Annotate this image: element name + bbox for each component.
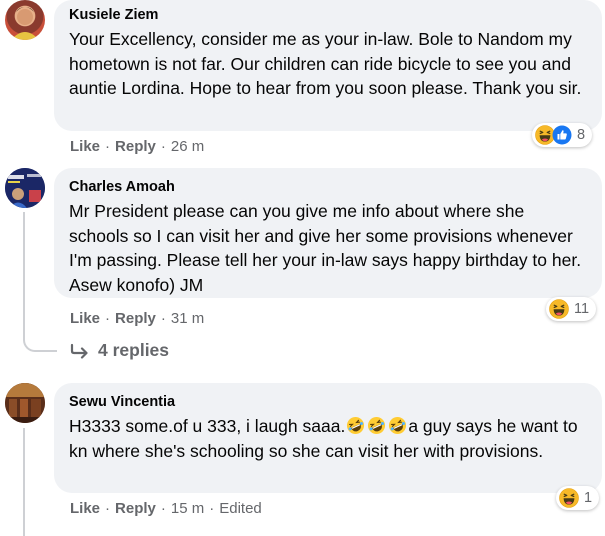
avatar[interactable]: [5, 383, 45, 423]
comment-actions: Like · Reply · 15 m · Edited: [70, 500, 262, 517]
rofl-emoji: [388, 416, 407, 435]
reaction-summary[interactable]: 1: [556, 486, 600, 510]
comment-author[interactable]: Kusiele Ziem: [69, 6, 588, 24]
like-button[interactable]: Like: [70, 500, 100, 517]
like-button[interactable]: Like: [70, 310, 100, 327]
avatar[interactable]: [5, 0, 45, 40]
thread-line: [23, 212, 25, 332]
rofl-emoji: [346, 416, 365, 435]
reply-button[interactable]: Reply: [115, 500, 156, 517]
view-replies-button[interactable]: 4 replies: [70, 340, 169, 361]
comment-time[interactable]: 31 m: [171, 310, 204, 327]
comment-bubble: Kusiele Ziem Your Excellency, consider m…: [54, 0, 602, 131]
like-button[interactable]: Like: [70, 138, 100, 155]
replies-count: 4 replies: [98, 340, 170, 360]
haha-icon: [559, 488, 579, 508]
reply-button[interactable]: Reply: [115, 138, 156, 155]
reply-arrow-icon: [70, 343, 88, 359]
comment-text-before: H3333 some.of u 333, i laugh saaa.: [69, 416, 346, 436]
comment-text: H3333 some.of u 333, i laugh saaa. a guy …: [69, 414, 588, 463]
avatar[interactable]: [5, 168, 45, 208]
comment-bubble: Sewu Vincentia H3333 some.of u 333, i la…: [54, 383, 602, 493]
comment-actions: Like · Reply · 31 m: [70, 310, 205, 327]
comment-author[interactable]: Sewu Vincentia: [69, 393, 588, 411]
reply-button[interactable]: Reply: [115, 310, 156, 327]
comment-time[interactable]: 15 m: [171, 500, 204, 517]
comment-text: Your Excellency, consider me as your in-…: [69, 29, 582, 98]
comment-bubble: Charles Amoah Mr President please can yo…: [54, 168, 602, 298]
thread-connector: [23, 328, 57, 352]
comment-time[interactable]: 26 m: [171, 138, 204, 155]
comment-text: Mr President please can you give me info…: [69, 201, 582, 295]
edited-label[interactable]: Edited: [219, 500, 262, 517]
reaction-summary[interactable]: 11: [546, 297, 597, 321]
reaction-summary[interactable]: 8: [532, 123, 593, 147]
reaction-count: 8: [577, 127, 586, 143]
like-icon: [552, 125, 572, 145]
reaction-count: 11: [574, 301, 590, 317]
reaction-count: 1: [584, 490, 593, 506]
haha-icon: [549, 299, 569, 319]
thread-line: [23, 428, 25, 536]
comment-author[interactable]: Charles Amoah: [69, 178, 588, 196]
rofl-emoji: [367, 416, 386, 435]
comment-actions: Like · Reply · 26 m: [70, 138, 205, 155]
